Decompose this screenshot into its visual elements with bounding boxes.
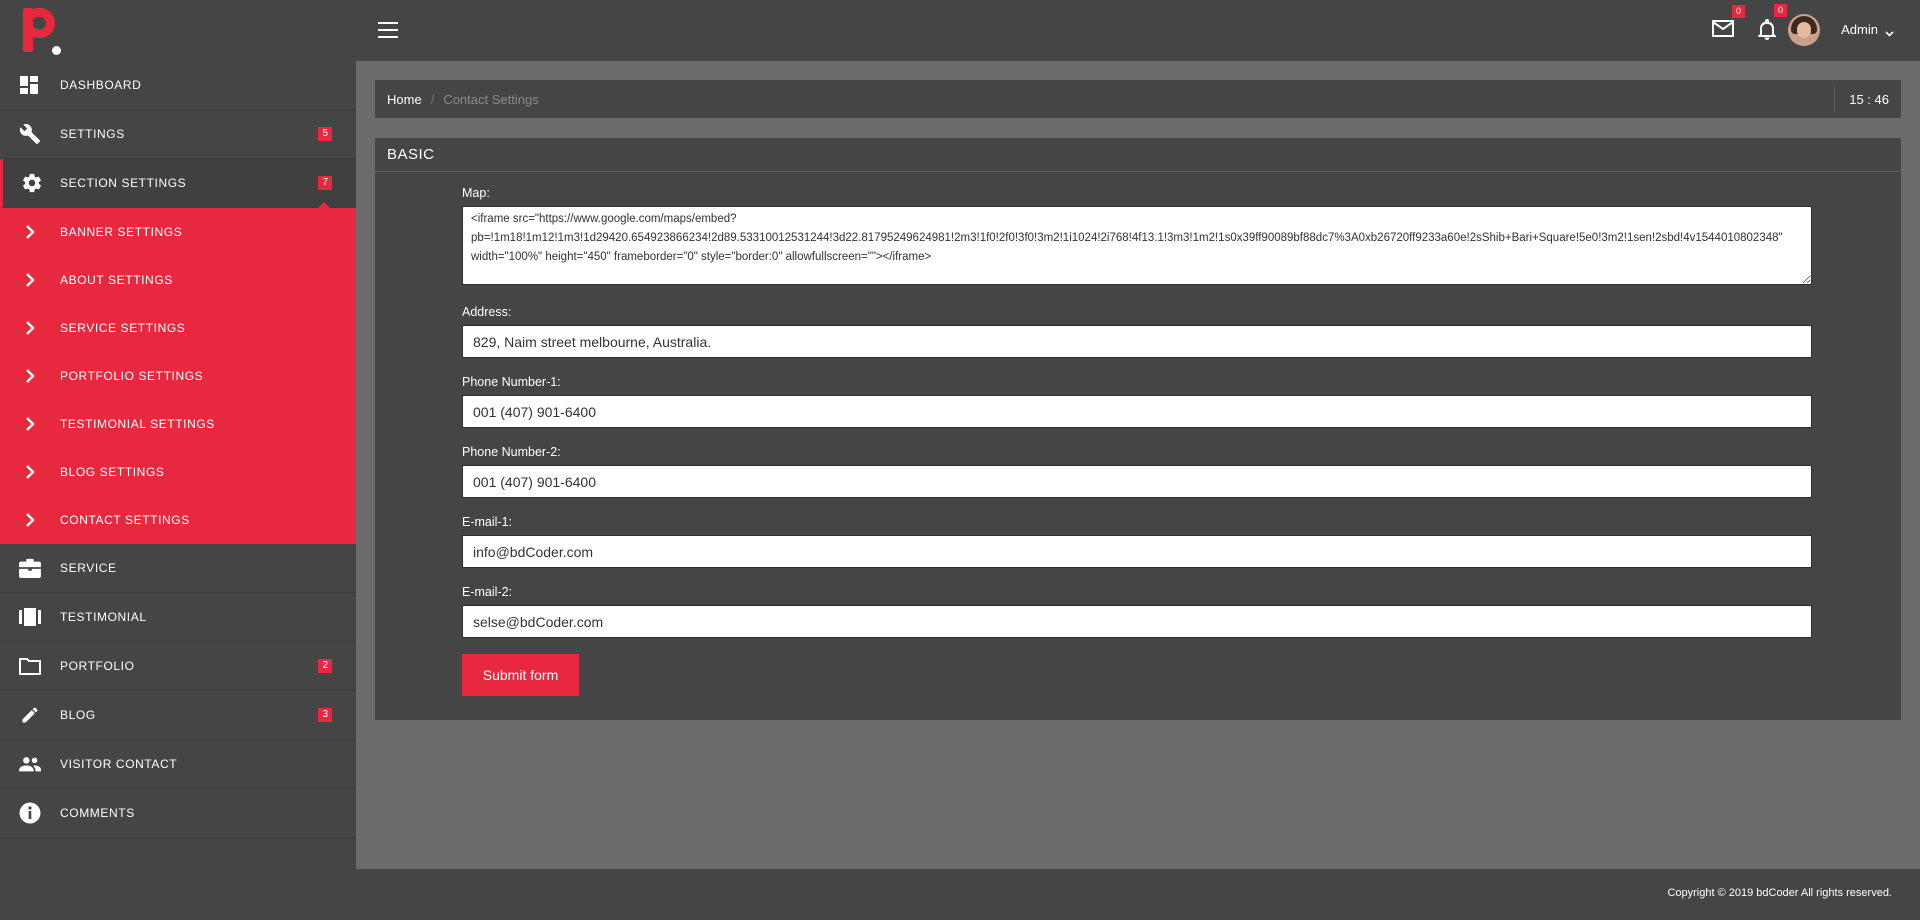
- phone-1-field[interactable]: [462, 395, 1812, 428]
- info-icon: [0, 802, 60, 824]
- count-badge: 3: [318, 708, 332, 722]
- chevron-right-icon: [0, 321, 60, 335]
- wrench-icon: [0, 123, 60, 145]
- submenu-item-testimonial-settings[interactable]: TESTIMONIAL SETTINGS: [0, 400, 356, 448]
- sidebar-item-label: TESTIMONIAL: [60, 610, 147, 624]
- submenu-item-label: SERVICE SETTINGS: [60, 321, 186, 335]
- notifications-button[interactable]: 0: [1758, 4, 1787, 45]
- folder-icon: [0, 657, 60, 675]
- sidebar-item-testimonial[interactable]: TESTIMONIAL: [0, 593, 356, 642]
- user-name[interactable]: Admin: [1841, 22, 1878, 37]
- submenu-caret: [318, 202, 330, 208]
- section-settings-submenu: BANNER SETTINGS ABOUT SETTINGS SERVICE S…: [0, 208, 356, 544]
- mail-button[interactable]: 0: [1712, 5, 1745, 42]
- gear-icon: [3, 172, 60, 194]
- submenu-item-label: BANNER SETTINGS: [60, 225, 183, 239]
- sidebar-item-settings[interactable]: SETTINGS 5: [0, 110, 356, 159]
- chevron-right-icon: [0, 465, 60, 479]
- phone-2-field[interactable]: [462, 465, 1812, 498]
- email-1-label: E-mail-1:: [462, 515, 513, 529]
- email-1-field[interactable]: [462, 535, 1812, 568]
- notification-count-badge: 0: [1773, 4, 1787, 17]
- logo-mark: [20, 4, 55, 54]
- sidebar: DASHBOARD SETTINGS 5 SECTION SETTINGS 7 …: [0, 0, 356, 920]
- footer: Copyright © 2019 bdCoder All rights rese…: [356, 869, 1920, 920]
- count-badge: 5: [318, 127, 332, 141]
- mail-icon: [1712, 20, 1734, 41]
- carousel-icon: [0, 608, 60, 626]
- sidebar-item-section-settings[interactable]: SECTION SETTINGS 7: [0, 159, 356, 208]
- clock-display: 15 : 46: [1834, 86, 1901, 112]
- phone-2-label: Phone Number-2:: [462, 445, 561, 459]
- pencil-icon: [0, 705, 60, 725]
- submit-form-button[interactable]: Submit form: [462, 654, 579, 696]
- submenu-item-label: TESTIMONIAL SETTINGS: [60, 417, 215, 431]
- count-badge: 7: [318, 176, 332, 190]
- submenu-item-label: CONTACT SETTINGS: [60, 513, 190, 527]
- submenu-item-label: ABOUT SETTINGS: [60, 273, 173, 287]
- panel-title: BASIC: [375, 138, 1901, 172]
- chevron-right-icon: [0, 369, 60, 383]
- map-label: Map:: [462, 186, 490, 200]
- breadcrumb-separator: /: [430, 91, 435, 107]
- sidebar-item-visitor-contact[interactable]: VISITOR CONTACT: [0, 740, 356, 789]
- chevron-right-icon: [0, 417, 60, 431]
- submenu-item-banner-settings[interactable]: BANNER SETTINGS: [0, 208, 356, 256]
- submenu-item-label: BLOG SETTINGS: [60, 465, 165, 479]
- chevron-right-icon: [0, 225, 60, 239]
- submenu-item-service-settings[interactable]: SERVICE SETTINGS: [0, 304, 356, 352]
- people-icon: [0, 756, 60, 772]
- mail-count-badge: 0: [1731, 5, 1745, 18]
- logo[interactable]: [0, 0, 356, 61]
- submenu-item-about-settings[interactable]: ABOUT SETTINGS: [0, 256, 356, 304]
- contact-settings-form: Map: <iframe src="https://www.google.com…: [462, 186, 1812, 696]
- sidebar-item-portfolio[interactable]: PORTFOLIO 2: [0, 642, 356, 691]
- sidebar-item-label: VISITOR CONTACT: [60, 757, 178, 771]
- copyright-text: Copyright © 2019 bdCoder All rights rese…: [1667, 887, 1892, 899]
- sidebar-item-label: SERVICE: [60, 561, 117, 575]
- sidebar-item-service[interactable]: SERVICE: [0, 544, 356, 593]
- sidebar-item-label: SETTINGS: [60, 127, 125, 141]
- chevron-right-icon: [0, 273, 60, 287]
- breadcrumb-home-link[interactable]: Home: [387, 92, 422, 107]
- submenu-item-label: PORTFOLIO SETTINGS: [60, 369, 204, 383]
- top-header: 0 0 Admin: [356, 0, 1920, 61]
- logo-dot: [52, 46, 61, 55]
- menu-toggle-icon[interactable]: [378, 22, 398, 38]
- submenu-item-contact-settings[interactable]: CONTACT SETTINGS: [0, 496, 356, 544]
- count-badge: 2: [318, 659, 332, 673]
- basic-settings-panel: BASIC Map: <iframe src="https://www.goog…: [375, 138, 1901, 720]
- avatar[interactable]: [1788, 14, 1820, 46]
- sidebar-item-label: DASHBOARD: [60, 78, 142, 92]
- sidebar-item-label: COMMENTS: [60, 806, 135, 820]
- email-2-field[interactable]: [462, 605, 1812, 638]
- bell-icon: [1758, 19, 1776, 44]
- map-embed-textarea[interactable]: <iframe src="https://www.google.com/maps…: [462, 206, 1812, 285]
- sidebar-item-label: PORTFOLIO: [60, 659, 135, 673]
- address-label: Address:: [462, 305, 512, 319]
- chevron-right-icon: [0, 513, 60, 527]
- sidebar-item-dashboard[interactable]: DASHBOARD: [0, 61, 356, 110]
- sidebar-item-blog[interactable]: BLOG 3: [0, 691, 356, 740]
- sidebar-item-comments[interactable]: COMMENTS: [0, 789, 356, 838]
- email-2-label: E-mail-2:: [462, 585, 513, 599]
- briefcase-icon: [0, 558, 60, 578]
- address-field[interactable]: [462, 325, 1812, 358]
- phone-1-label: Phone Number-1:: [462, 375, 561, 389]
- sidebar-item-label: BLOG: [60, 708, 96, 722]
- breadcrumb: Home / Contact Settings 15 : 46: [375, 80, 1901, 118]
- dashboard-icon: [0, 76, 60, 94]
- submenu-item-portfolio-settings[interactable]: PORTFOLIO SETTINGS: [0, 352, 356, 400]
- breadcrumb-current: Contact Settings: [443, 91, 539, 107]
- submenu-item-blog-settings[interactable]: BLOG SETTINGS: [0, 448, 356, 496]
- chevron-down-icon[interactable]: [1885, 24, 1894, 42]
- sidebar-item-label: SECTION SETTINGS: [60, 176, 187, 190]
